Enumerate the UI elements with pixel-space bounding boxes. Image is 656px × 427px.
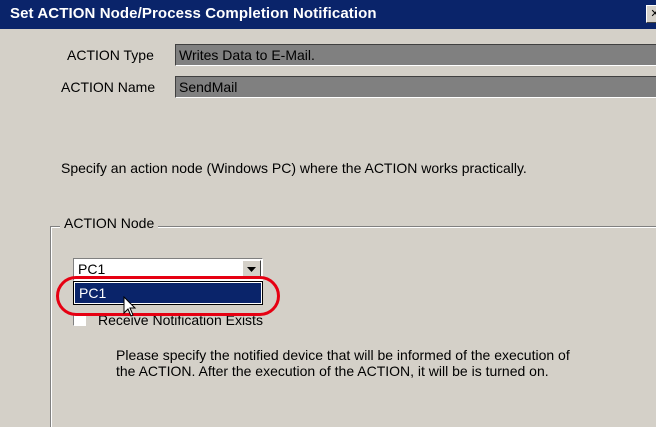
action-node-legend: ACTION Node bbox=[60, 215, 159, 231]
combobox-value: PC1 bbox=[78, 261, 106, 277]
chevron-down-icon bbox=[247, 267, 256, 272]
instruction-text: Specify an action node (Windows PC) wher… bbox=[61, 160, 527, 176]
window-title: Set ACTION Node/Process Completion Notif… bbox=[10, 5, 377, 22]
title-bar: Set ACTION Node/Process Completion Notif… bbox=[0, 0, 656, 29]
action-name-label: ACTION Name bbox=[61, 79, 156, 95]
action-name-field: SendMail bbox=[175, 76, 656, 98]
close-button[interactable]: ✕ bbox=[646, 5, 656, 23]
close-icon: ✕ bbox=[650, 8, 656, 20]
action-name-value: SendMail bbox=[179, 79, 238, 95]
action-type-label: ACTION Type bbox=[67, 47, 154, 63]
action-type-field: Writes Data to E-Mail. bbox=[175, 44, 656, 66]
mouse-cursor-icon bbox=[123, 296, 137, 317]
notification-description: Please specify the notified device that … bbox=[116, 347, 570, 379]
annotation-highlight-ring bbox=[56, 276, 280, 316]
action-type-value: Writes Data to E-Mail. bbox=[179, 47, 315, 63]
